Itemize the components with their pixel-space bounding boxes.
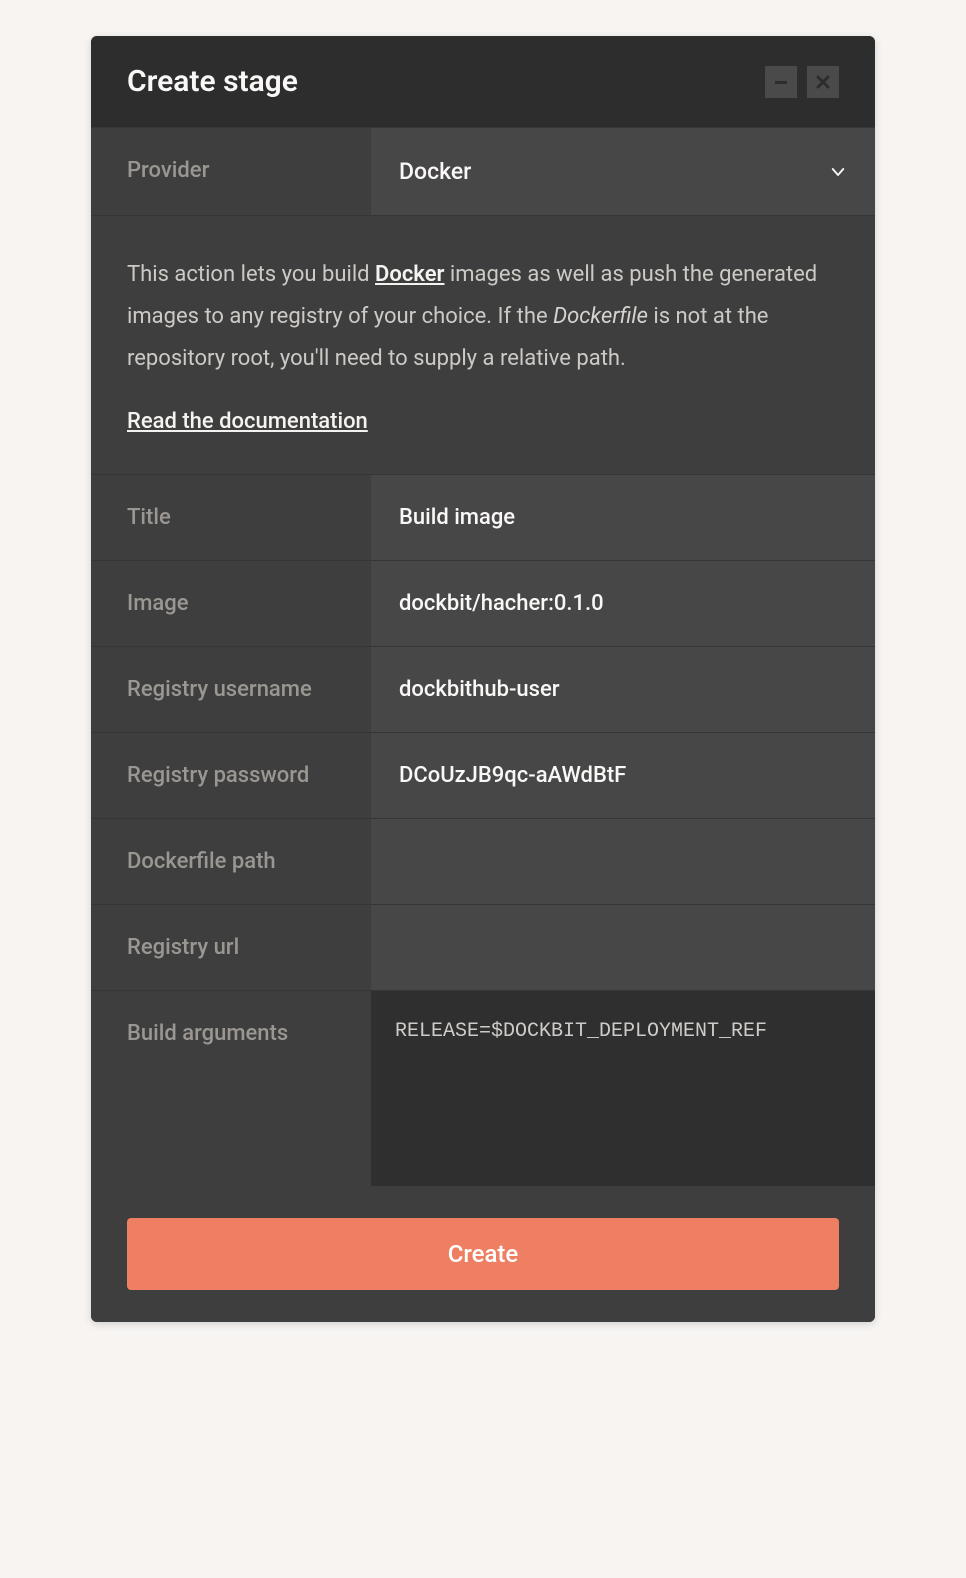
provider-select[interactable]: Docker [371, 128, 875, 215]
registry-url-label: Registry url [91, 905, 371, 990]
registry-password-input[interactable] [371, 733, 875, 818]
registry-username-label: Registry username [91, 647, 371, 732]
dockerfile-path-label: Dockerfile path [91, 819, 371, 904]
build-arguments-row: Build arguments [91, 990, 875, 1186]
close-icon [816, 75, 830, 89]
registry-password-row: Registry password [91, 732, 875, 818]
registry-username-input[interactable] [371, 647, 875, 732]
provider-row: Provider Docker [91, 127, 875, 215]
image-value-cell [371, 561, 875, 646]
modal-header: Create stage [91, 36, 875, 127]
create-button[interactable]: Create [127, 1218, 839, 1290]
docker-link[interactable]: Docker [375, 262, 444, 287]
dockerfile-path-input[interactable] [371, 819, 875, 904]
create-stage-modal: Create stage Provider Docker This action… [91, 36, 875, 1322]
registry-username-value-cell [371, 647, 875, 732]
build-arguments-textarea[interactable] [371, 991, 875, 1186]
registry-password-value-cell [371, 733, 875, 818]
dockerfile-path-row: Dockerfile path [91, 818, 875, 904]
registry-password-label: Registry password [91, 733, 371, 818]
description-block: This action lets you build Docker images… [91, 215, 875, 474]
provider-value: Docker [371, 128, 875, 215]
registry-username-row: Registry username [91, 646, 875, 732]
provider-selected: Docker [399, 158, 471, 185]
desc-prefix: This action lets you build [127, 262, 375, 287]
registry-url-row: Registry url [91, 904, 875, 990]
chevron-down-icon [829, 163, 847, 181]
close-button[interactable] [807, 66, 839, 98]
minimize-icon [774, 75, 788, 89]
image-label: Image [91, 561, 371, 646]
image-input[interactable] [371, 561, 875, 646]
build-arguments-label: Build arguments [91, 991, 371, 1186]
build-arguments-value-cell [371, 991, 875, 1186]
title-row: Title [91, 474, 875, 560]
header-actions [765, 66, 839, 98]
image-row: Image [91, 560, 875, 646]
description-text: This action lets you build Docker images… [127, 254, 839, 379]
registry-url-input[interactable] [371, 905, 875, 990]
dockerfile-path-value-cell [371, 819, 875, 904]
title-label: Title [91, 475, 371, 560]
title-input[interactable] [371, 475, 875, 560]
minimize-button[interactable] [765, 66, 797, 98]
provider-label: Provider [91, 128, 371, 215]
registry-url-value-cell [371, 905, 875, 990]
desc-dockerfile: Dockerfile [553, 304, 648, 329]
title-value-cell [371, 475, 875, 560]
documentation-link[interactable]: Read the documentation [127, 409, 368, 434]
modal-footer: Create [91, 1186, 875, 1322]
modal-title: Create stage [127, 64, 298, 99]
